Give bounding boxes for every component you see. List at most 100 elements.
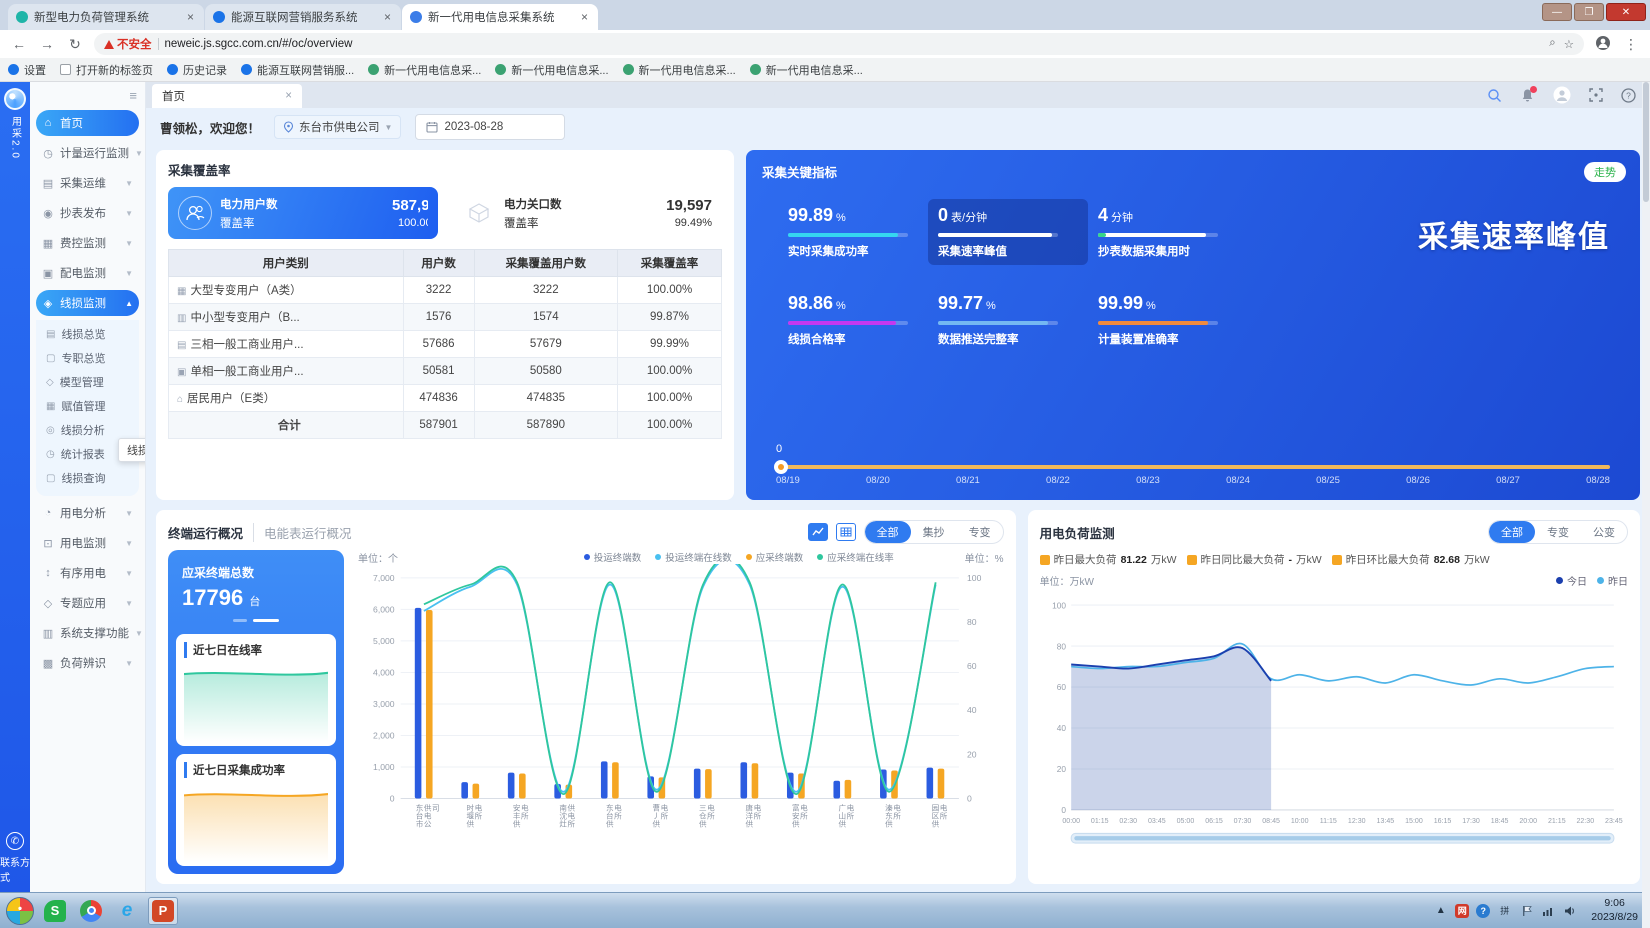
submenu-item-3[interactable]: ◇模型管理 [36, 370, 139, 394]
load-filter-1[interactable]: 全部 [1489, 521, 1535, 543]
taskbar-powerpoint-icon[interactable]: P [148, 897, 178, 925]
org-selector[interactable]: 东台市供电公司 ▼ [274, 115, 401, 139]
tab-close-icon[interactable]: × [382, 10, 393, 24]
browser-menu-icon[interactable]: ⋮ [1622, 36, 1640, 53]
table-view-button[interactable] [836, 523, 856, 541]
load-filter-3[interactable]: 公变 [1581, 521, 1627, 543]
window-maximize-button[interactable]: ❐ [1574, 3, 1604, 21]
timeline-marker[interactable] [774, 460, 788, 474]
tray-app-icon-red[interactable]: 网 [1455, 904, 1469, 918]
table-cell: 99.87% [618, 304, 722, 331]
browser-tab-3[interactable]: 新一代用电信息采集系统× [402, 4, 598, 30]
submenu-item-2[interactable]: ▢专职总览 [36, 346, 139, 370]
taskbar-wps-icon[interactable]: S [40, 897, 70, 925]
tab-terminal-overview[interactable]: 终端运行概况 [168, 523, 254, 542]
reload-icon[interactable]: ↻ [66, 36, 84, 53]
address-input[interactable]: 不安全 neweic.js.sgcc.com.cn/#/oc/overview … [94, 33, 1584, 55]
bookmark-item-8[interactable]: 新一代用电信息采... [750, 62, 863, 78]
sidebar-collapse-icon[interactable]: ≡ [129, 88, 137, 103]
load-filter-2[interactable]: 专变 [1535, 521, 1581, 543]
sidebar-item-5[interactable]: ▦费控监测▼ [36, 230, 139, 256]
chart-view-button[interactable] [808, 523, 828, 541]
terminal-unit-right: 单位：% [965, 550, 1004, 565]
sidebar-item-3[interactable]: ▤采集运维▼ [36, 170, 139, 196]
bookmark-item-7[interactable]: 新一代用电信息采... [623, 62, 736, 78]
tab-close-icon[interactable]: × [579, 10, 590, 24]
bookmark-star-icon[interactable]: ☆ [1564, 37, 1574, 51]
sidebar-item-2[interactable]: ◷计量运行监测▼ [36, 140, 139, 166]
bookmark-item-1[interactable]: 设置 [8, 62, 46, 78]
browser-tab-2[interactable]: 能源互联网营销服务系统× [205, 4, 401, 30]
kpi-3: 4分钟抄表数据采集用时 [1088, 199, 1248, 265]
bookmark-item-4[interactable]: 能源互联网营销服... [241, 62, 354, 78]
browser-tab-1[interactable]: 新型电力负荷管理系统× [8, 4, 204, 30]
bookmark-item-2[interactable]: 打开新的标签页 [60, 62, 153, 78]
window-close-button[interactable]: ✕ [1606, 3, 1646, 21]
fullscreen-icon[interactable] [1589, 88, 1603, 107]
indicators-timeline[interactable]: 0 08/1908/2008/2108/2208/2308/2408/2508/… [776, 465, 1610, 486]
tray-help-icon[interactable]: ? [1476, 904, 1490, 918]
network-icon[interactable] [1541, 903, 1556, 918]
sidebar-item-8[interactable]: ◔用电分析▼ [36, 500, 139, 526]
kpi-bar [938, 321, 1058, 325]
sidebar-item-13[interactable]: ▩负荷辨识▼ [36, 650, 139, 676]
load-title: 用电负荷监测 [1040, 523, 1115, 542]
user-avatar[interactable] [1553, 86, 1571, 109]
sidebar-item-12[interactable]: ▥系统支撑功能▼ [36, 620, 139, 646]
taskbar-chrome-icon[interactable] [76, 897, 106, 925]
terminal-legend-item-2[interactable]: 投运终端在线数 [655, 550, 732, 564]
terminal-filter-1[interactable]: 全部 [865, 521, 911, 543]
security-warning-badge[interactable]: 不安全 [104, 36, 152, 52]
carousel-dots[interactable] [182, 619, 330, 622]
help-icon[interactable]: ? [1621, 88, 1636, 108]
page-tab-close-icon[interactable]: × [285, 90, 292, 102]
taskbar-clock[interactable]: 9:06 2023/8/29 [1585, 897, 1644, 924]
tab-close-icon[interactable]: × [185, 10, 196, 24]
submenu-item-1[interactable]: ▤线损总览 [36, 322, 139, 346]
sidebar-item-4[interactable]: ◉抄表发布▼ [36, 200, 139, 226]
bookmark-item-6[interactable]: 新一代用电信息采... [495, 62, 608, 78]
bookmark-item-3[interactable]: 历史记录 [167, 62, 227, 78]
sidebar-item-6[interactable]: ▣配电监测▼ [36, 260, 139, 286]
phone-icon: ✆ [6, 832, 24, 850]
bookmark-item-5[interactable]: 新一代用电信息采... [368, 62, 481, 78]
svg-text:供电所: 供电所 [568, 802, 576, 828]
sidebar-item-1[interactable]: ⌂首页 [36, 110, 139, 136]
kpi-6: 99.99%计量装置准确率 [1088, 287, 1248, 353]
taskbar-ie-icon[interactable]: e [112, 897, 142, 925]
terminal-legend-item-4[interactable]: 应采终端在线率 [817, 550, 894, 564]
zoom-icon[interactable]: ⌕ [1549, 37, 1555, 51]
sidebar-item-7[interactable]: ◈线损监测▲ [36, 290, 139, 316]
trend-button[interactable]: 走势 [1584, 162, 1626, 182]
submenu-item-4[interactable]: ▦赋值管理 [36, 394, 139, 418]
tab-meter-overview[interactable]: 电能表运行概况 [264, 523, 362, 542]
search-icon[interactable] [1487, 88, 1502, 108]
volume-icon[interactable] [1563, 903, 1578, 918]
submenu-item-icon: ◎ [46, 425, 55, 436]
terminal-legend-item-1[interactable]: 投运终端数 [584, 550, 642, 564]
browser-profile-icon[interactable] [1594, 35, 1612, 54]
svg-text:司: 司 [432, 803, 440, 812]
notification-bell-icon[interactable] [1520, 88, 1535, 108]
page-tab-home[interactable]: 首页× [152, 84, 302, 108]
submenu-item-7[interactable]: ▢线损查询 [36, 466, 139, 490]
coverage-table: 用户类别用户数采集覆盖用户数采集覆盖率 ▦大型专变用户（A类）322232221… [168, 249, 722, 439]
terminal-legend-item-3[interactable]: 应采终端数 [746, 550, 804, 564]
sidebar-item-11[interactable]: ◇专题应用▼ [36, 590, 139, 616]
back-icon[interactable]: ← [10, 36, 28, 52]
date-picker[interactable]: 2023-08-28 [415, 114, 565, 140]
browser-scrollbar[interactable] [1642, 82, 1650, 928]
forward-icon[interactable]: → [38, 36, 56, 52]
start-button[interactable] [6, 897, 34, 925]
window-minimize-button[interactable]: — [1542, 3, 1572, 21]
terminal-filter-3[interactable]: 专变 [957, 521, 1003, 543]
load-legend-item-2[interactable]: 昨日 [1597, 573, 1628, 588]
ime-icon[interactable]: 拼 [1497, 903, 1512, 918]
contact-widget[interactable]: ✆ 联系方式 [0, 832, 30, 884]
load-legend-item-1[interactable]: 今日 [1556, 573, 1587, 588]
terminal-filter-2[interactable]: 集抄 [911, 521, 957, 543]
sidebar-item-10[interactable]: ↕有序用电▼ [36, 560, 139, 586]
hidden-icons-arrow[interactable]: ▲ [1433, 903, 1448, 918]
flag-icon[interactable] [1519, 903, 1534, 918]
sidebar-item-9[interactable]: ⊡用电监测▼ [36, 530, 139, 556]
